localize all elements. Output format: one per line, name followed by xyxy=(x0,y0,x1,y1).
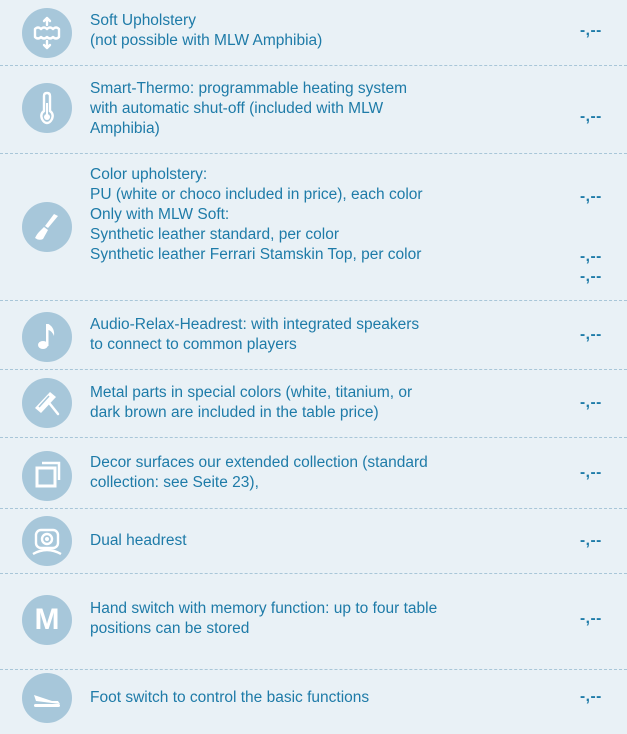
list-item-soft-upholstery: Soft Upholstery (not possible with MLW A… xyxy=(0,0,627,66)
price: -,-- xyxy=(580,188,602,205)
price: -,-- xyxy=(580,532,602,549)
list-item-decor-surfaces: Decor surfaces our extended collection (… xyxy=(0,438,627,509)
price: -,-- xyxy=(580,688,602,705)
list-item-foot-switch: Foot switch to control the basic functio… xyxy=(0,670,627,734)
list-item-smart-thermo: Smart-Thermo: programmable heating syste… xyxy=(0,66,627,154)
item-line: Only with MLW Soft: xyxy=(90,206,230,223)
item-line: with automatic shut-off (included with M… xyxy=(90,100,384,117)
memory-letter: M xyxy=(34,603,60,636)
item-line: Metal parts in special colors (white, ti… xyxy=(90,384,413,401)
price: -,-- xyxy=(580,394,602,411)
price: -,-- xyxy=(580,248,602,265)
price: -,-- xyxy=(580,464,602,481)
item-line: collection: see Seite 23), xyxy=(90,474,259,491)
list-item-metal-parts: Metal parts in special colors (white, ti… xyxy=(0,370,627,438)
foot-switch-icon xyxy=(22,673,72,723)
item-line: Dual headrest xyxy=(90,532,187,549)
thermometer-icon xyxy=(22,83,72,133)
item-line: Foot switch to control the basic functio… xyxy=(90,689,370,706)
memory-m-icon: M xyxy=(22,595,72,645)
item-line: Hand switch with memory function: up to … xyxy=(90,600,438,617)
item-line: Amphibia) xyxy=(90,120,160,137)
item-line: dark brown are included in the table pri… xyxy=(90,404,379,421)
price: -,-- xyxy=(580,326,602,343)
headrest-icon xyxy=(22,516,72,566)
list-item-color-upholstery: Color upholstery: PU (white or choco inc… xyxy=(0,154,627,301)
price: -,-- xyxy=(580,268,602,285)
music-note-icon xyxy=(22,312,72,362)
upholstery-arrows-icon xyxy=(22,8,72,58)
decor-square-icon xyxy=(22,451,72,501)
list-item-hand-switch-memory: M Hand switch with memory function: up t… xyxy=(0,574,627,670)
item-line: Synthetic leather standard, per color xyxy=(90,226,339,243)
item-line: Soft Upholstery xyxy=(90,12,196,29)
price: -,-- xyxy=(580,610,602,627)
item-line: Color upholstery: xyxy=(90,166,208,183)
list-item-dual-headrest: Dual headrest -,-- xyxy=(0,509,627,574)
price: -,-- xyxy=(580,108,602,125)
paint-roller-icon xyxy=(22,378,72,428)
item-line: to connect to common players xyxy=(90,336,297,353)
item-line: PU (white or choco included in price), e… xyxy=(90,186,423,203)
list-item-audio-relax-headrest: Audio-Relax-Headrest: with integrated sp… xyxy=(0,301,627,370)
options-list: Soft Upholstery (not possible with MLW A… xyxy=(0,0,627,734)
item-line: Decor surfaces our extended collection (… xyxy=(90,454,428,471)
item-line: Audio-Relax-Headrest: with integrated sp… xyxy=(90,316,420,333)
paint-brush-icon xyxy=(22,202,72,252)
item-line: Smart-Thermo: programmable heating syste… xyxy=(90,80,408,97)
price: -,-- xyxy=(580,22,602,39)
item-line: Synthetic leather Ferrari Stamskin Top, … xyxy=(90,246,422,263)
item-line: positions can be stored xyxy=(90,620,250,637)
item-line: (not possible with MLW Amphibia) xyxy=(90,32,323,49)
